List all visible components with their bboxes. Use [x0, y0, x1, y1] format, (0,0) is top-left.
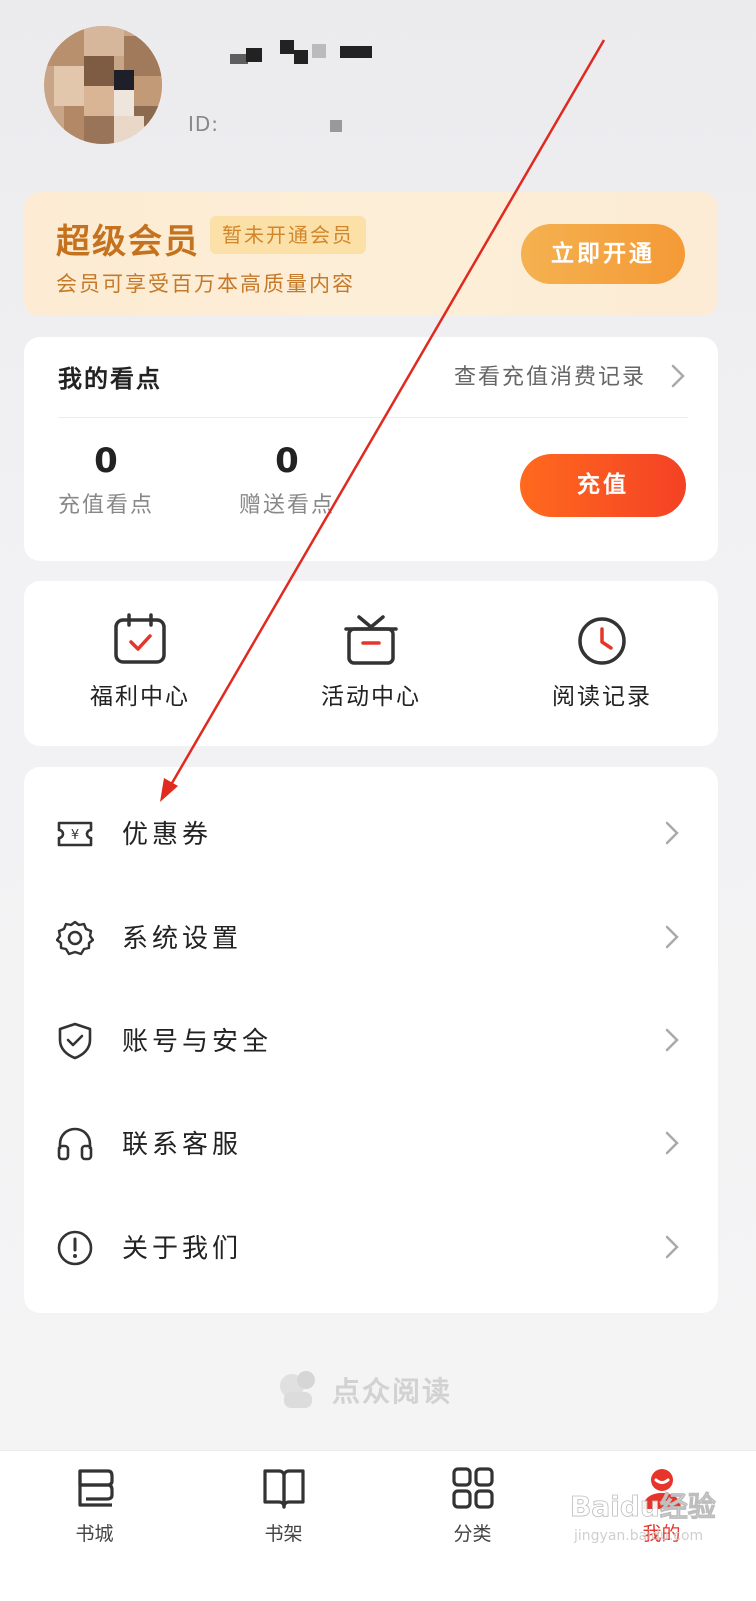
- menu-item-label: 系统设置: [122, 924, 243, 954]
- svg-text:¥: ¥: [71, 828, 79, 843]
- chevron-right-icon[interactable]: [670, 363, 686, 389]
- user-name-redacted: [200, 40, 380, 70]
- tab-label: 书架: [264, 1523, 303, 1545]
- vip-status-badge: 暂未开通会员: [210, 216, 366, 254]
- tab-label: 分类: [453, 1523, 492, 1545]
- quick-entry-card: 福利中心 活动中心 阅读记录: [24, 581, 718, 746]
- points-title: 我的看点: [58, 365, 162, 393]
- tab-bookshelf[interactable]: 书架: [189, 1451, 378, 1601]
- menu-item-system-settings[interactable]: 系统设置: [24, 886, 718, 990]
- bookstore-icon: [78, 1469, 114, 1507]
- avatar[interactable]: [44, 26, 162, 144]
- user-id-redacted: [330, 120, 342, 132]
- shield-icon: [58, 1022, 92, 1060]
- chevron-right-icon: [665, 1028, 679, 1052]
- watermark-url: jingyan.baidu.com: [573, 1528, 703, 1544]
- menu-item-customer-service[interactable]: 联系客服: [24, 1092, 718, 1196]
- recharge-points-value: 0: [94, 441, 118, 481]
- gear-icon: [56, 920, 94, 956]
- chevron-right-icon: [665, 1131, 679, 1155]
- vip-banner[interactable]: 超级会员 暂未开通会员 会员可享受百万本高质量内容 立即开通: [24, 192, 718, 316]
- gift-points-label: 赠送看点: [238, 493, 335, 518]
- info-icon: [57, 1230, 93, 1266]
- tab-category[interactable]: 分类: [378, 1451, 567, 1601]
- quick-item-label: 活动中心: [321, 684, 421, 710]
- baidu-jingyan-watermark: Baidu经验 jingyan.baidu.com: [570, 1490, 717, 1544]
- menu-item-account-security[interactable]: 账号与安全: [24, 989, 718, 1093]
- recharge-button[interactable]: 充值: [520, 454, 686, 517]
- tab-label: 书城: [75, 1523, 114, 1545]
- vip-subtitle: 会员可享受百万本高质量内容: [56, 272, 355, 296]
- menu-item-label: 账号与安全: [122, 1027, 273, 1057]
- settings-menu: ¥ 优惠券 系统设置 账号与安全 联系客服 关于我们: [24, 767, 718, 1313]
- chevron-right-icon: [665, 1235, 679, 1259]
- calendar-check-icon: [114, 613, 166, 664]
- quick-item-activity-center[interactable]: 活动中心: [255, 581, 487, 746]
- chevron-right-icon: [665, 821, 679, 845]
- divider: [58, 417, 688, 418]
- recharge-history-link[interactable]: 查看充值消费记录: [454, 359, 646, 391]
- headset-icon: [57, 1127, 93, 1161]
- points-card: 我的看点 查看充值消费记录 0 充值看点 0 赠送看点 充值: [24, 337, 718, 561]
- menu-item-label: 关于我们: [122, 1234, 243, 1264]
- coupon-icon: ¥: [57, 821, 93, 847]
- category-icon: [452, 1467, 494, 1509]
- user-id-label: ID:: [188, 112, 220, 136]
- menu-item-about-us[interactable]: 关于我们: [24, 1196, 718, 1300]
- quick-item-label: 福利中心: [90, 684, 190, 710]
- menu-item-label: 联系客服: [122, 1130, 243, 1160]
- chevron-right-icon: [665, 925, 679, 949]
- brand-logo-icon: [280, 1371, 315, 1408]
- recharge-points-label: 充值看点: [57, 493, 154, 518]
- gift-points-value: 0: [275, 441, 299, 481]
- clock-icon: [578, 617, 626, 665]
- quick-item-reading-history[interactable]: 阅读记录: [486, 581, 718, 746]
- watermark-text: Baidu经验: [570, 1490, 716, 1523]
- brand-name: 点众阅读: [332, 1375, 453, 1408]
- bookshelf-icon: [263, 1469, 305, 1509]
- quick-item-welfare-center[interactable]: 福利中心: [24, 581, 256, 746]
- gift-icon: [344, 615, 398, 665]
- menu-item-coupons[interactable]: ¥ 优惠券: [24, 782, 718, 886]
- vip-title: 超级会员: [56, 222, 200, 262]
- tab-bookstore[interactable]: 书城: [0, 1451, 189, 1601]
- vip-activate-button[interactable]: 立即开通: [521, 224, 685, 284]
- brand-footer: 点众阅读: [276, 1366, 496, 1412]
- menu-item-label: 优惠券: [122, 820, 213, 850]
- quick-item-label: 阅读记录: [552, 684, 652, 710]
